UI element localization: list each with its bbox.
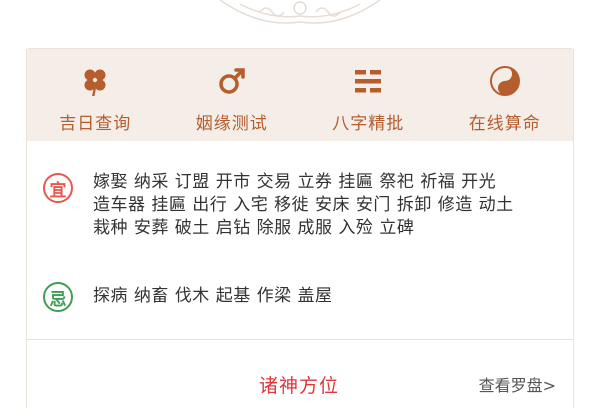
deity-directions-title: 诸神方位	[259, 375, 340, 397]
nav-item-fortune[interactable]: 在线算命	[437, 49, 574, 141]
nav-item-marriage-test[interactable]: 姻缘测试	[164, 49, 301, 141]
avoid-items: 探病 纳畜 伐木 起基 作梁 盖屋	[93, 286, 333, 306]
nav-label: 姻缘测试	[195, 114, 268, 134]
avoid-row: 忌 探病 纳畜 伐木 起基 作梁 盖屋	[43, 282, 543, 312]
nav-label: 在线算命	[468, 114, 541, 134]
feature-nav: 吉日查询 姻缘测试 八字精批 在线算命	[27, 49, 573, 141]
nav-item-lucky-day[interactable]: 吉日查询	[27, 49, 164, 141]
nav-label: 八字精批	[332, 114, 405, 134]
suitable-items: 嫁娶 纳采 订盟 开市 交易 立券 挂匾 祭祀 祈福 开光 造车器 挂匾 出行 …	[93, 171, 543, 240]
yin-yang-icon	[489, 66, 520, 96]
suitable-line: 造车器 挂匾 出行 入宅 移徙 安床 安门 拆卸 修造 动土	[93, 195, 514, 215]
suitable-line: 嫁娶 纳采 订盟 开市 交易 立券 挂匾 祭祀 祈福 开光	[93, 172, 497, 192]
decorative-ornament	[219, 0, 381, 24]
nav-item-bazi[interactable]: 八字精批	[300, 49, 437, 141]
almanac-card: 吉日查询 姻缘测试 八字精批 在线算命 宜 嫁娶 纳采 订盟 开市 交易 立券 …	[26, 48, 574, 408]
suitable-row: 宜 嫁娶 纳采 订盟 开市 交易 立券 挂匾 祭祀 祈福 开光 造车器 挂匾 出…	[43, 171, 543, 240]
clover-icon	[84, 69, 106, 96]
trigram-icon	[355, 70, 382, 93]
avoid-badge: 忌	[43, 282, 73, 312]
section-divider	[27, 339, 573, 340]
nav-label: 吉日查询	[59, 114, 132, 134]
suitable-line: 栽种 安葬 破土 启钻 除服 成服 入殓 立碑	[93, 218, 415, 238]
suitable-badge: 宜	[43, 173, 73, 203]
gender-symbol-icon	[219, 68, 245, 94]
view-compass-link[interactable]: 查看罗盘>	[479, 372, 556, 396]
